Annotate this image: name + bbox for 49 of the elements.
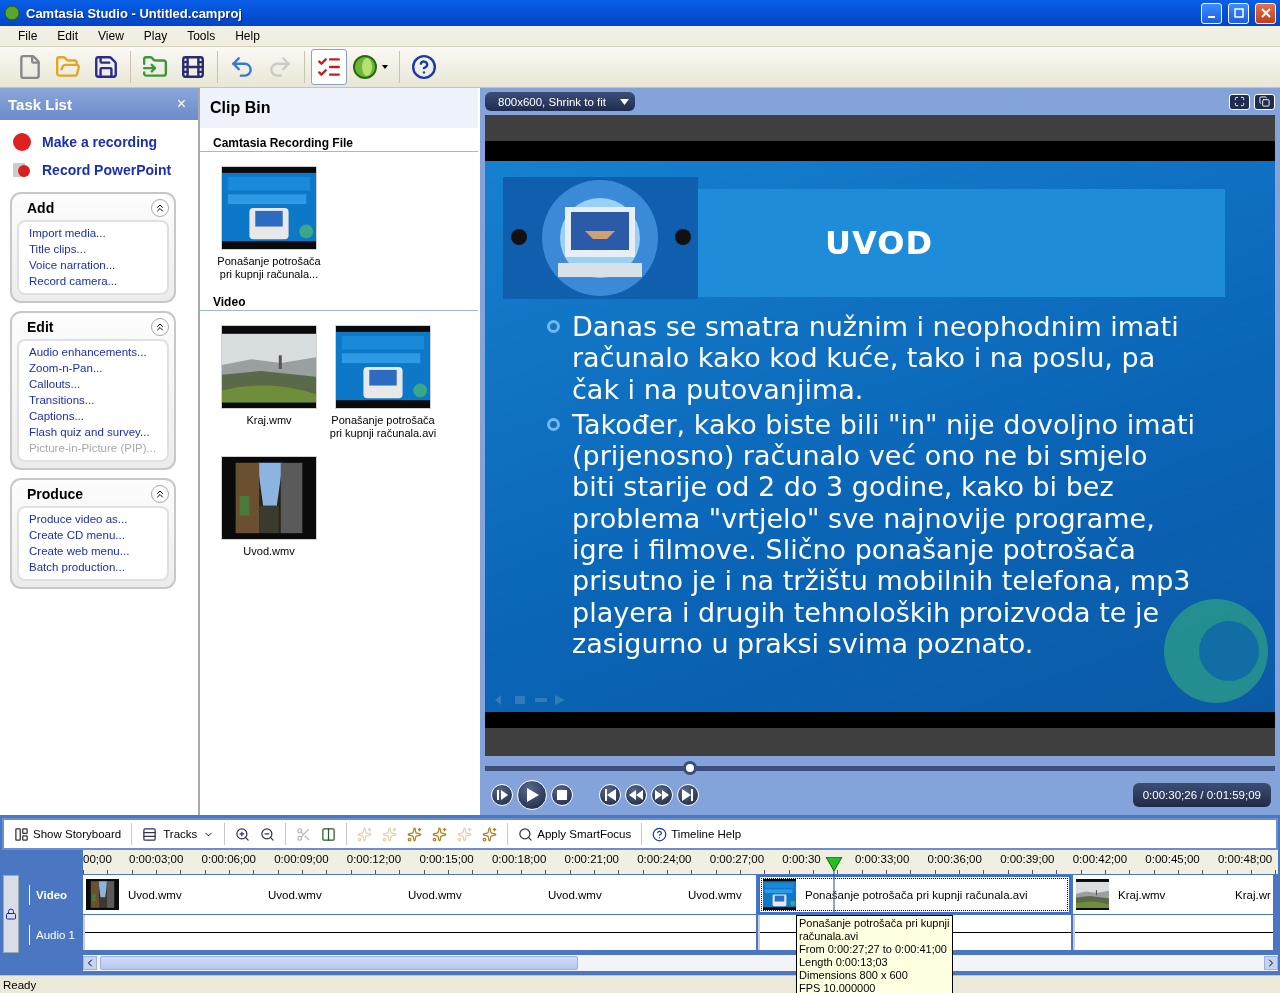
section-title: Camtasia Recording File [200, 128, 478, 152]
window-title: Camtasia Studio - Untitled.camproj [26, 5, 243, 21]
ruler-label: 00;00 [83, 853, 113, 865]
clip-caption: Uvod.wmv [242, 545, 296, 558]
ruler-label: 0:00:24;00 [637, 853, 693, 865]
ruler-label: 0:00:15;00 [419, 853, 475, 865]
ruler-label: 0:00:18;00 [491, 853, 548, 865]
clip-caption: Ponašanje potrošača pri kupnji računala... [216, 255, 322, 281]
ruler-label: 0:00:27;00 [709, 853, 766, 865]
slide-text: Također, kako biste bili "in" nije dovoljno imati (prijenosno) računalo već ono ne bi smjelo biti starije od 2 do 3 godine, kako bi bez problema "vrtjelo" sve najnovije programe, igre i filmove. Slično ponašanje potrošača prisutno je i na tržištu mobilnih telefona, mp3 playera i drugih tehnoloških proizvoda te je zasigurno u praksi svima poznato. [572, 408, 1197, 660]
clip-caption: Ponašanje potrošača pri kupnji računala.avi [328, 414, 438, 440]
ruler-label: 0:00:39;00 [1000, 853, 1056, 865]
ruler-label: 0:00:48;00 [1217, 853, 1274, 865]
group-title: Add [27, 200, 55, 216]
slide-text: Danas se smatra nužnim i neophodnim imati računalo kako kod kuće, tako i na poslu, pa čak i na putovanjima. [572, 311, 1180, 405]
clip-label: Kraj.wmv [1118, 888, 1167, 901]
ruler-label: 0:00:12;00 [346, 853, 403, 865]
ruler-label: 0:00:45;00 [1145, 853, 1201, 865]
clip-label: Uvod.wmv [408, 888, 463, 901]
track-name: Video [29, 885, 75, 905]
panel-title: Task List [8, 95, 72, 113]
tooltip-line: FPS 10.000000 [799, 982, 877, 993]
group-title: Edit [27, 319, 54, 335]
clip-label: Ponašanje potrošača pri kupnji računala.avi [805, 888, 1029, 901]
tooltip-line: From 0:00:27;27 to 0:00:41;00 [799, 943, 948, 956]
ruler-label: 0:00:21;00 [564, 853, 620, 865]
section-title: Video [200, 287, 478, 311]
tooltip-line: Ponašanje potrošača pri kupnji [799, 917, 950, 930]
slide-title: UVOD [698, 189, 1225, 297]
time-display: 0:00:30;26 / 0:01:59;09 [1132, 783, 1271, 807]
clip-label: Uvod.wmv [268, 888, 323, 901]
tooltip-line: računala.avi [799, 930, 860, 943]
ruler-label: 0:00:36;00 [927, 853, 983, 865]
tooltip-line: Length 0:00:13;03 [799, 956, 889, 969]
clip-label: Uvod.wmv [548, 888, 603, 901]
tooltip-line: Dimensions 800 x 600 [799, 969, 909, 982]
ruler-label: 0:00:33;00 [854, 853, 911, 865]
clip-caption: Kraj.wmv [245, 414, 293, 427]
clip-label: Uvod.wmv [688, 888, 743, 901]
ruler-label: 0:00:03;00 [129, 853, 185, 865]
panel-title: Clip Bin [200, 88, 478, 128]
ruler-label: 0:00:30 [782, 853, 822, 865]
ruler-label: 0:00:06;00 [201, 853, 257, 865]
group-title: Produce [27, 486, 83, 502]
ruler-label: 0:00:09;00 [274, 853, 330, 865]
ruler-label: 0:00:42;00 [1072, 853, 1129, 865]
clip-label: Kraj.wr [1235, 888, 1271, 901]
track-name: Audio 1 [29, 925, 75, 945]
clip-label: Uvod.wmv [128, 888, 183, 901]
